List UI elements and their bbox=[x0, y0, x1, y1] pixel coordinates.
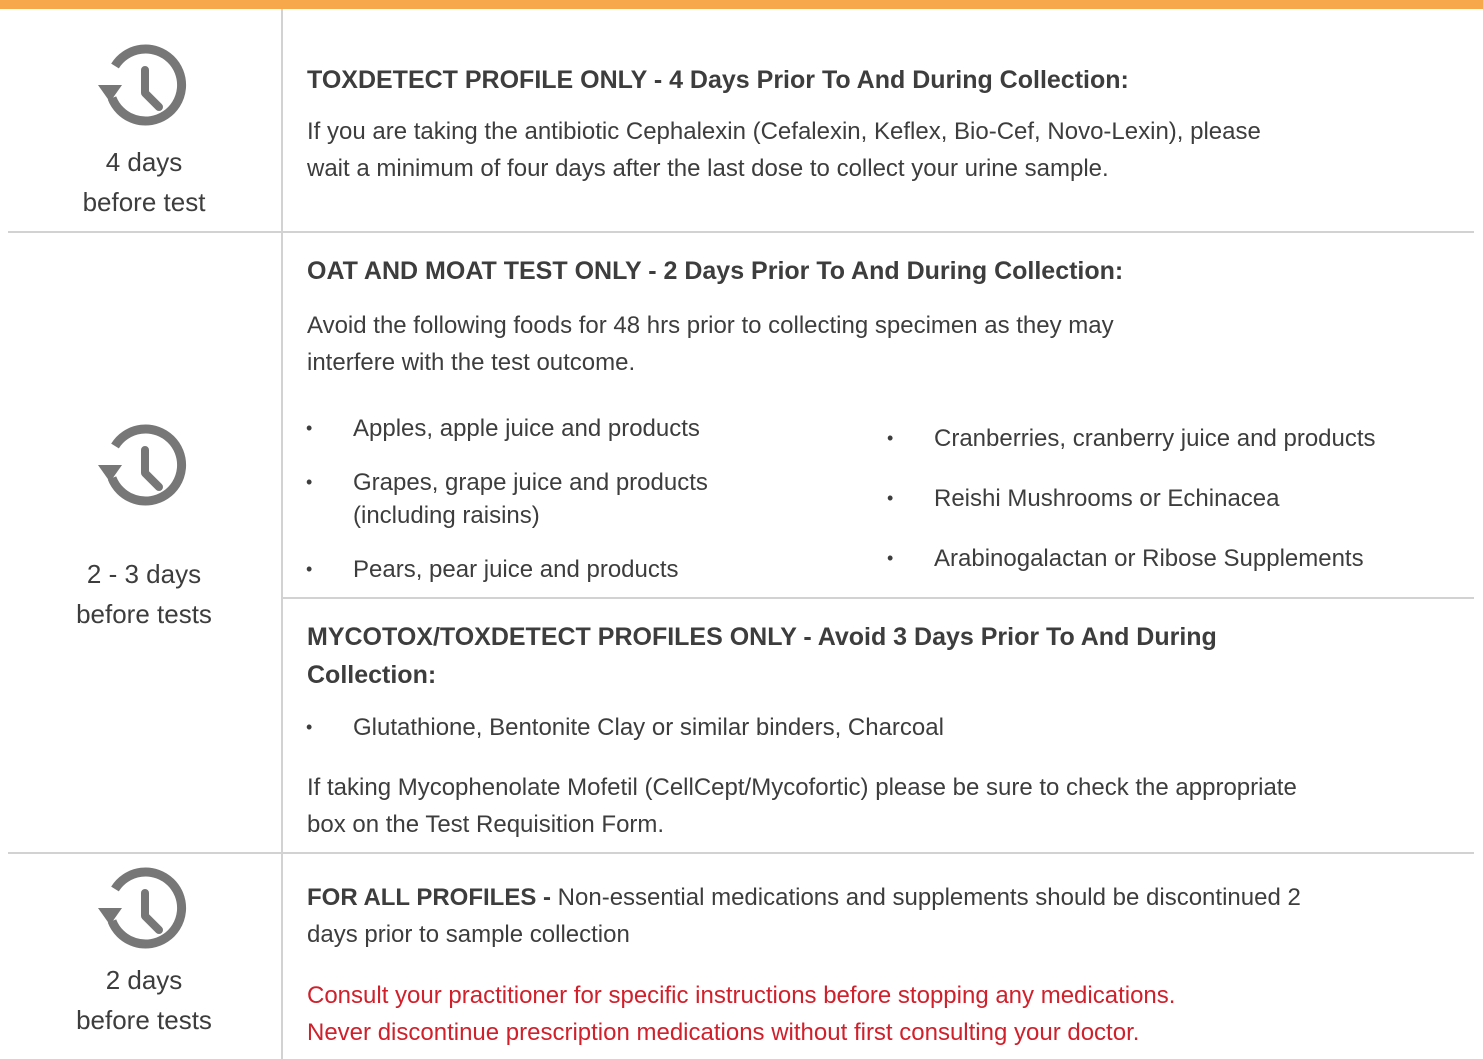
sub-section-heading: MYCOTOX/TOXDETECT PROFILES ONLY - Avoid … bbox=[307, 623, 1217, 689]
section-heading: OAT AND MOAT TEST ONLY - 2 Days Prior To… bbox=[307, 257, 1124, 285]
bullet-dot: • bbox=[306, 717, 313, 737]
list-item: • Apples, apple juice and products bbox=[306, 412, 700, 445]
bullet-dot: • bbox=[306, 472, 313, 492]
list-item: • Glutathione, Bentonite Clay or similar… bbox=[306, 711, 944, 744]
bullet-dot: • bbox=[306, 559, 313, 579]
days-label: 4 days before test bbox=[82, 147, 206, 217]
history-clock-icon bbox=[92, 863, 192, 963]
sub-section-body: If taking Mycophenolate Mofetil (CellCep… bbox=[307, 774, 1297, 838]
row-divider bbox=[8, 231, 1474, 233]
list-item: • Pears, pear juice and products bbox=[306, 553, 679, 586]
history-clock-icon bbox=[92, 40, 192, 140]
list-item: • Cranberries, cranberry juice and produ… bbox=[887, 422, 1376, 455]
list-item: • Arabinogalactan or Ribose Supplements bbox=[887, 542, 1364, 575]
days-label: 2 - 3 days before tests bbox=[76, 559, 212, 629]
bullet-dot: • bbox=[887, 548, 894, 568]
warning-text: Consult your practitioner for specific i… bbox=[307, 982, 1176, 1046]
section-body: If you are taking the antibiotic Cephale… bbox=[307, 118, 1261, 182]
section-body: Avoid the following foods for 48 hrs pri… bbox=[307, 312, 1114, 376]
days-label: 2 days before tests bbox=[76, 965, 212, 1035]
list-item: • Grapes, grape juice and products (incl… bbox=[306, 466, 708, 532]
row-divider bbox=[8, 852, 1474, 854]
bullet-dot: • bbox=[887, 428, 894, 448]
sub-row-divider bbox=[283, 597, 1474, 599]
section-heading: TOXDETECT PROFILE ONLY - 4 Days Prior To… bbox=[307, 66, 1129, 94]
section-body: FOR ALL PROFILES - Non-essential medicat… bbox=[307, 884, 1301, 948]
list-item: • Reishi Mushrooms or Echinacea bbox=[887, 482, 1279, 515]
bullet-dot: • bbox=[306, 418, 313, 438]
accent-bar bbox=[0, 0, 1483, 9]
history-clock-icon bbox=[92, 420, 192, 520]
section-heading: FOR ALL PROFILES - bbox=[307, 884, 551, 911]
bullet-dot: • bbox=[887, 488, 894, 508]
